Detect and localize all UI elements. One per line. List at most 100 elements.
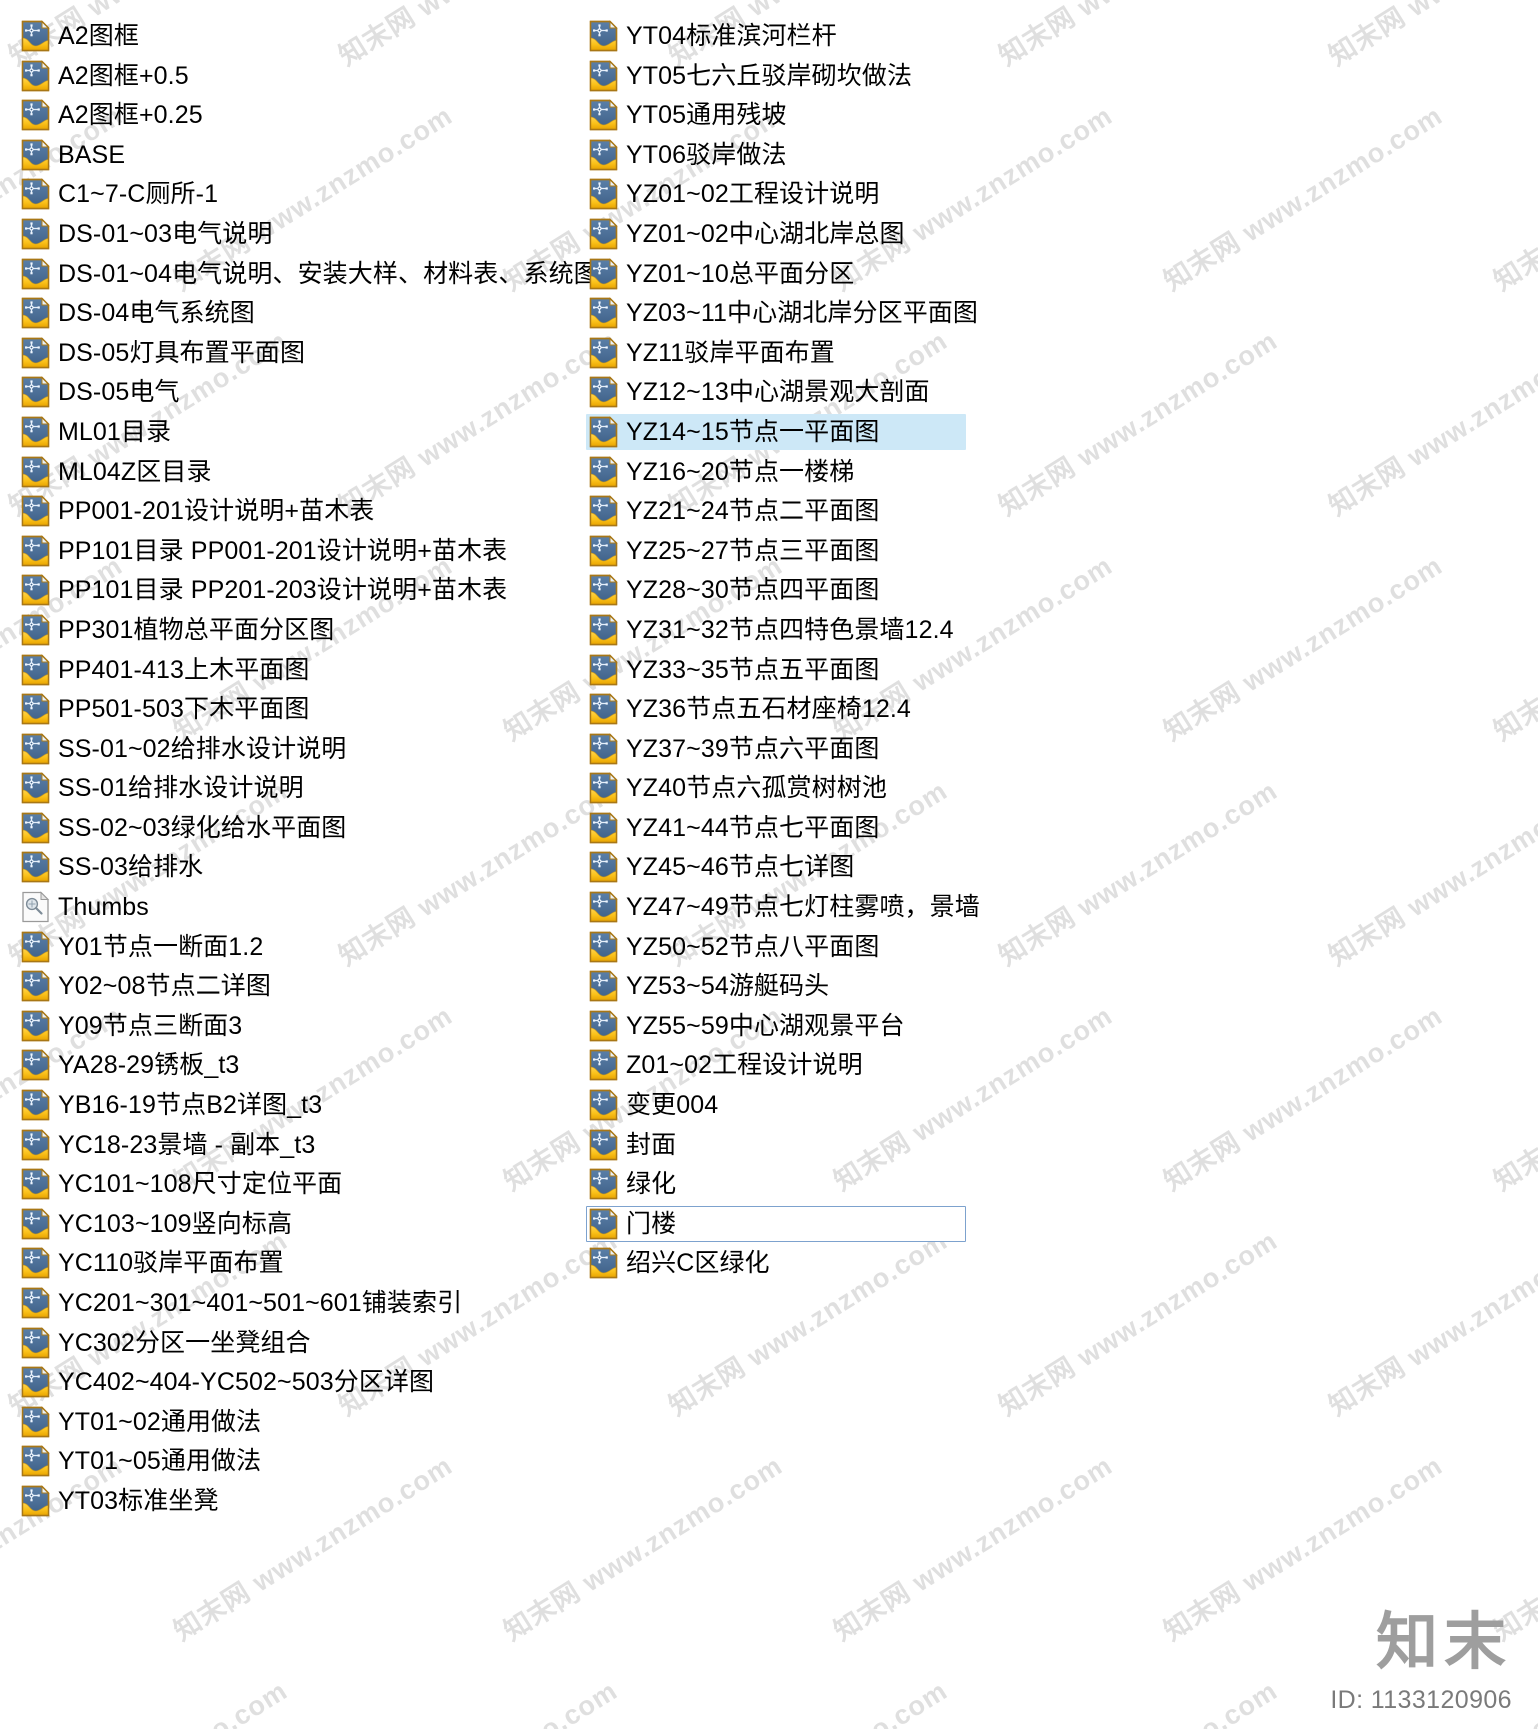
file-name-label: Thumbs [58, 893, 149, 922]
file-list-item[interactable]: YZ01~02中心湖北岸总图 [586, 216, 910, 252]
file-list-item[interactable]: YB16-19节点B2详图_t3 [18, 1087, 327, 1123]
file-list-item[interactable]: YC18-23景墙 - 副本_t3 [18, 1127, 320, 1163]
dwg-file-icon [21, 1247, 51, 1279]
file-list-item[interactable]: YZ11驳岸平面布置 [586, 335, 840, 371]
file-list-item[interactable]: SS-01给排水设计说明 [18, 770, 309, 806]
file-list-item[interactable]: YZ50~52节点八平面图 [586, 929, 884, 965]
file-list-item[interactable]: 门楼 [586, 1205, 966, 1242]
file-list-item[interactable]: YZ28~30节点四平面图 [586, 572, 884, 608]
file-list-item[interactable]: YZ36节点五石材座椅12.4 [586, 691, 916, 727]
file-list-item[interactable]: YT05通用残坡 [586, 97, 792, 133]
file-list-item[interactable]: YZ41~44节点七平面图 [586, 810, 884, 846]
file-list-item[interactable]: YZ25~27节点三平面图 [586, 533, 884, 569]
file-list-item[interactable]: YZ03~11中心湖北岸分区平面图 [586, 295, 983, 331]
file-list-item[interactable]: SS-03给排水 [18, 849, 208, 885]
file-list-item[interactable]: YC110驳岸平面布置 [18, 1245, 289, 1281]
file-list-item[interactable]: YT06驳岸做法 [586, 137, 792, 173]
file-name-label: PP101目录 PP001-201设计说明+苗木表 [58, 536, 508, 565]
file-name-label: YA28-29锈板_t3 [58, 1051, 240, 1080]
file-list-item[interactable]: Thumbs [18, 889, 154, 925]
file-list-item[interactable]: PP001-201设计说明+苗木表 [18, 493, 379, 529]
dwg-file-icon [21, 59, 51, 92]
file-list-item[interactable]: YA28-29锈板_t3 [18, 1047, 244, 1083]
file-list-item[interactable]: YZ33~35节点五平面图 [586, 652, 884, 688]
file-list-item[interactable]: A2图框+0.25 [18, 97, 208, 133]
file-list-item[interactable]: BASE [18, 137, 130, 173]
file-list-item[interactable]: YT01~02通用做法 [18, 1404, 266, 1440]
file-name-label: YZ14~15节点一平面图 [626, 417, 880, 446]
dwg-file-icon [21, 1485, 51, 1517]
file-list-item[interactable]: YZ12~13中心湖景观大剖面 [586, 374, 935, 410]
file-list-view[interactable]: A2图框 A2图框+0.5 A2图框+0.25 BASE C1~7-C厕所-1 … [0, 0, 1538, 1729]
file-name-label: YZ40节点六孤赏树树池 [626, 774, 887, 803]
file-list-item[interactable]: YC101~108尺寸定位平面 [18, 1166, 347, 1202]
file-list-item[interactable]: 绿化 [586, 1166, 681, 1202]
file-list-item[interactable]: ML01目录 [18, 414, 176, 450]
file-name-label: YZ53~54游艇码头 [626, 972, 830, 1001]
file-list-item[interactable]: DS-05电气 [18, 374, 185, 410]
file-list-item[interactable]: Z01~02工程设计说明 [586, 1047, 868, 1083]
dwg-file-icon [21, 1049, 51, 1081]
dwg-file-icon [21, 693, 51, 725]
file-list-item[interactable]: YZ21~24节点二平面图 [586, 493, 884, 529]
file-name-label: YC18-23景墙 - 副本_t3 [58, 1130, 316, 1159]
file-list-item[interactable]: A2图框 [18, 18, 144, 54]
file-list-item[interactable]: YC302分区一坐凳组合 [18, 1325, 316, 1361]
file-name-label: YC103~109竖向标高 [58, 1209, 293, 1238]
file-name-label: Z01~02工程设计说明 [626, 1051, 863, 1080]
file-list-item[interactable]: YZ31~32节点四特色景墙12.4 [586, 612, 959, 648]
file-list-item[interactable]: YZ16~20节点一楼梯 [586, 454, 859, 490]
dwg-file-icon [21, 1089, 51, 1121]
dwg-file-icon [21, 139, 51, 171]
file-name-label: YT01~02通用做法 [58, 1407, 262, 1436]
file-name-label: BASE [58, 140, 126, 169]
file-list-item[interactable]: 封面 [586, 1127, 681, 1163]
file-list-item[interactable]: YC201~301~401~501~601铺装索引 [18, 1285, 467, 1321]
file-list-item[interactable]: YT05七六丘驳岸砌坎做法 [586, 58, 917, 94]
file-list-item[interactable]: YT03标准坐凳 [18, 1483, 224, 1519]
file-list-item[interactable]: YZ14~15节点一平面图 [586, 413, 966, 450]
file-name-label: YZ37~39节点六平面图 [626, 734, 880, 763]
file-list-item[interactable]: Y01节点一断面1.2 [18, 929, 268, 965]
file-name-label: 封面 [626, 1130, 677, 1159]
file-list-item[interactable]: DS-04电气系统图 [18, 295, 260, 331]
file-list-item[interactable]: PP501-503下木平面图 [18, 691, 315, 727]
file-list-item[interactable]: YZ55~59中心湖观景平台 [586, 1008, 910, 1044]
file-list-item[interactable]: YT01~05通用做法 [18, 1443, 266, 1479]
file-list-item[interactable]: SS-02~03绿化给水平面图 [18, 810, 351, 846]
file-list-item[interactable]: PP401-413上木平面图 [18, 652, 315, 688]
file-list-item[interactable]: 变更004 [586, 1087, 723, 1123]
file-list-item[interactable]: PP101目录 PP201-203设计说明+苗木表 [18, 572, 512, 608]
file-list-item[interactable]: C1~7-C厕所-1 [18, 176, 223, 212]
file-list-item[interactable]: YT04标准滨河栏杆 [586, 18, 842, 54]
file-list-item[interactable]: 绍兴C区绿化 [586, 1245, 775, 1281]
file-name-label: YZ01~02工程设计说明 [626, 180, 880, 209]
file-name-label: 变更004 [626, 1091, 719, 1120]
file-name-label: A2图框 [58, 22, 139, 50]
file-list-item[interactable]: DS-05灯具布置平面图 [18, 335, 310, 371]
file-list-item[interactable]: PP101目录 PP001-201设计说明+苗木表 [18, 533, 512, 569]
file-list-item[interactable]: YC103~109竖向标高 [18, 1206, 297, 1242]
file-list-item[interactable]: DS-01~04电气说明、安装大样、材料表、系统图 [18, 256, 599, 292]
file-list-item[interactable]: YZ37~39节点六平面图 [586, 731, 884, 767]
file-list-item[interactable]: YZ01~10总平面分区 [586, 256, 859, 292]
file-list-item[interactable]: A2图框+0.5 [18, 58, 194, 94]
dwg-file-icon [21, 535, 51, 567]
file-list-column-right[interactable]: YT04标准滨河栏杆 YT05七六丘驳岸砌坎做法 YT05通用残坡 YT06驳岸… [586, 18, 1146, 1285]
file-name-label: DS-01~04电气说明、安装大样、材料表、系统图 [58, 259, 599, 288]
file-list-item[interactable]: YC402~404-YC502~503分区详图 [18, 1364, 439, 1400]
file-list-item[interactable]: ML04Z区目录 [18, 454, 217, 490]
file-list-item[interactable]: SS-01~02给排水设计说明 [18, 731, 351, 767]
file-list-item[interactable]: Y09节点三断面3 [18, 1008, 247, 1044]
dwg-file-icon [589, 178, 619, 210]
file-list-item[interactable]: YZ40节点六孤赏树树池 [586, 770, 892, 806]
file-list-item[interactable]: YZ45~46节点七详图 [586, 849, 859, 885]
file-list-item[interactable]: DS-01~03电气说明 [18, 216, 277, 252]
dwg-file-icon [21, 732, 51, 765]
file-list-item[interactable]: YZ53~54游艇码头 [586, 968, 834, 1004]
file-list-item[interactable]: PP301植物总平面分区图 [18, 612, 339, 648]
file-list-item[interactable]: YZ01~02工程设计说明 [586, 176, 884, 212]
file-list-item[interactable]: Y02~08节点二详图 [18, 968, 276, 1004]
file-list-item[interactable]: YZ47~49节点七灯柱雾喷，景墙 [586, 889, 985, 925]
file-list-column-left[interactable]: A2图框 A2图框+0.5 A2图框+0.25 BASE C1~7-C厕所-1 … [18, 18, 599, 1523]
